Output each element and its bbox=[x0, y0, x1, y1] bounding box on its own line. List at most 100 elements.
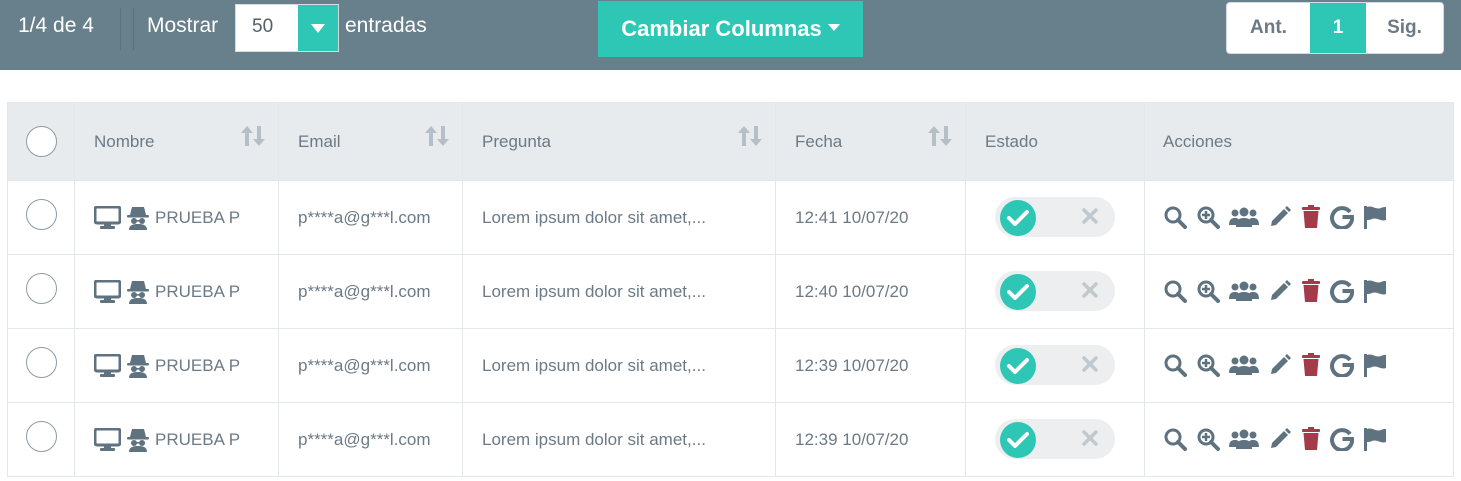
row-checkbox[interactable] bbox=[25, 347, 57, 378]
google-icon[interactable] bbox=[1330, 427, 1354, 451]
row-select-cell bbox=[8, 403, 75, 476]
zoom-in-icon[interactable] bbox=[1196, 205, 1220, 229]
trash-icon[interactable] bbox=[1301, 426, 1321, 451]
email-cell: p****a@g***l.com bbox=[279, 181, 463, 254]
estado-cell bbox=[966, 181, 1145, 254]
row-checkbox[interactable] bbox=[25, 421, 57, 452]
search-icon[interactable] bbox=[1163, 205, 1187, 229]
pregunta-cell: Lorem ipsum dolor sit amet,... bbox=[463, 255, 776, 328]
flag-icon[interactable] bbox=[1363, 279, 1387, 303]
table-body: PRUEBA P p****a@g***l.com Lorem ipsum do… bbox=[8, 180, 1453, 476]
edit-icon[interactable] bbox=[1268, 205, 1292, 229]
edit-icon[interactable] bbox=[1268, 279, 1292, 303]
google-icon[interactable] bbox=[1330, 279, 1354, 303]
sort-icon[interactable] bbox=[737, 124, 763, 148]
header-nombre[interactable]: Nombre bbox=[75, 103, 279, 180]
email-cell: p****a@g***l.com bbox=[279, 329, 463, 402]
sort-icon[interactable] bbox=[424, 124, 450, 148]
next-page-button[interactable]: Sig. bbox=[1366, 3, 1443, 53]
close-icon bbox=[1082, 356, 1098, 372]
fecha-cell: 12:39 10/07/20 bbox=[776, 329, 966, 402]
sort-icon[interactable] bbox=[927, 124, 953, 148]
toolbar: 1/4 de 4 Mostrar 50 entradas Cambiar Col… bbox=[0, 0, 1461, 70]
trash-icon[interactable] bbox=[1301, 352, 1321, 377]
flag-icon[interactable] bbox=[1363, 205, 1387, 229]
header-acciones-label: Acciones bbox=[1163, 131, 1232, 151]
zoom-in-icon[interactable] bbox=[1196, 279, 1220, 303]
search-icon[interactable] bbox=[1163, 279, 1187, 303]
incognito-icon bbox=[127, 354, 149, 378]
divider bbox=[120, 8, 121, 50]
search-icon[interactable] bbox=[1163, 427, 1187, 451]
flag-icon[interactable] bbox=[1363, 353, 1387, 377]
row-checkbox[interactable] bbox=[25, 199, 57, 230]
header-email[interactable]: Email bbox=[279, 103, 463, 180]
zoom-in-icon[interactable] bbox=[1196, 427, 1220, 451]
users-icon[interactable] bbox=[1229, 353, 1259, 377]
email-text: p****a@g***l.com bbox=[298, 281, 431, 301]
divider bbox=[133, 8, 134, 50]
google-icon[interactable] bbox=[1330, 353, 1354, 377]
select-all-checkbox[interactable] bbox=[25, 126, 57, 157]
pregunta-cell: Lorem ipsum dolor sit amet,... bbox=[463, 329, 776, 402]
incognito-icon bbox=[127, 280, 149, 304]
table-row: PRUEBA P p****a@g***l.com Lorem ipsum do… bbox=[8, 328, 1453, 402]
trash-icon[interactable] bbox=[1301, 204, 1321, 229]
incognito-icon bbox=[127, 428, 149, 452]
check-icon bbox=[1000, 200, 1036, 236]
row-checkbox[interactable] bbox=[25, 273, 57, 304]
email-cell: p****a@g***l.com bbox=[279, 255, 463, 328]
row-actions bbox=[1163, 278, 1387, 303]
estado-toggle[interactable] bbox=[995, 271, 1115, 311]
edit-icon[interactable] bbox=[1268, 427, 1292, 451]
check-icon bbox=[1000, 422, 1036, 458]
data-table: Nombre Email Pregunta Fecha Estado Accio… bbox=[7, 102, 1454, 477]
current-page-button[interactable]: 1 bbox=[1310, 3, 1366, 53]
nombre-cell: PRUEBA P bbox=[75, 329, 279, 402]
users-icon[interactable] bbox=[1229, 205, 1259, 229]
fecha-cell: 12:39 10/07/20 bbox=[776, 403, 966, 476]
email-text: p****a@g***l.com bbox=[298, 355, 431, 375]
header-pregunta[interactable]: Pregunta bbox=[463, 103, 776, 180]
sort-icon[interactable] bbox=[240, 124, 266, 148]
edit-icon[interactable] bbox=[1268, 353, 1292, 377]
desktop-icon bbox=[94, 353, 121, 377]
prev-page-button[interactable]: Ant. bbox=[1227, 3, 1310, 53]
trash-icon[interactable] bbox=[1301, 278, 1321, 303]
estado-toggle[interactable] bbox=[995, 345, 1115, 385]
row-select-cell bbox=[8, 255, 75, 328]
flag-icon[interactable] bbox=[1363, 427, 1387, 451]
users-icon[interactable] bbox=[1229, 279, 1259, 303]
nombre-text: PRUEBA P bbox=[155, 207, 241, 227]
table-row: PRUEBA P p****a@g***l.com Lorem ipsum do… bbox=[8, 254, 1453, 328]
pregunta-text: Lorem ipsum dolor sit amet,... bbox=[482, 429, 706, 449]
header-nombre-label: Nombre bbox=[94, 131, 155, 151]
fecha-text: 12:39 10/07/20 bbox=[795, 355, 909, 375]
zoom-in-icon[interactable] bbox=[1196, 353, 1220, 377]
page-size-select[interactable]: 50 bbox=[235, 4, 339, 52]
row-actions bbox=[1163, 426, 1387, 451]
pregunta-cell: Lorem ipsum dolor sit amet,... bbox=[463, 403, 776, 476]
entries-label: entradas bbox=[345, 14, 427, 37]
fecha-text: 12:41 10/07/20 bbox=[795, 207, 909, 227]
page-size-dropdown-button[interactable] bbox=[298, 5, 338, 51]
estado-toggle[interactable] bbox=[995, 419, 1115, 459]
pregunta-text: Lorem ipsum dolor sit amet,... bbox=[482, 207, 706, 227]
google-icon[interactable] bbox=[1330, 205, 1354, 229]
pagination-info: 1/4 de 4 bbox=[18, 14, 94, 37]
estado-toggle[interactable] bbox=[995, 197, 1115, 237]
header-fecha-label: Fecha bbox=[795, 131, 843, 151]
nombre-cell: PRUEBA P bbox=[75, 181, 279, 254]
fecha-cell: 12:40 10/07/20 bbox=[776, 255, 966, 328]
email-text: p****a@g***l.com bbox=[298, 207, 431, 227]
acciones-cell bbox=[1145, 403, 1453, 476]
users-icon[interactable] bbox=[1229, 427, 1259, 451]
table-row: PRUEBA P p****a@g***l.com Lorem ipsum do… bbox=[8, 402, 1453, 476]
row-actions bbox=[1163, 204, 1387, 229]
email-cell: p****a@g***l.com bbox=[279, 403, 463, 476]
header-fecha[interactable]: Fecha bbox=[776, 103, 966, 180]
search-icon[interactable] bbox=[1163, 353, 1187, 377]
pagination: Ant. 1 Sig. bbox=[1226, 2, 1444, 54]
change-columns-button[interactable]: Cambiar Columnas bbox=[598, 1, 863, 57]
show-label: Mostrar bbox=[147, 14, 219, 37]
